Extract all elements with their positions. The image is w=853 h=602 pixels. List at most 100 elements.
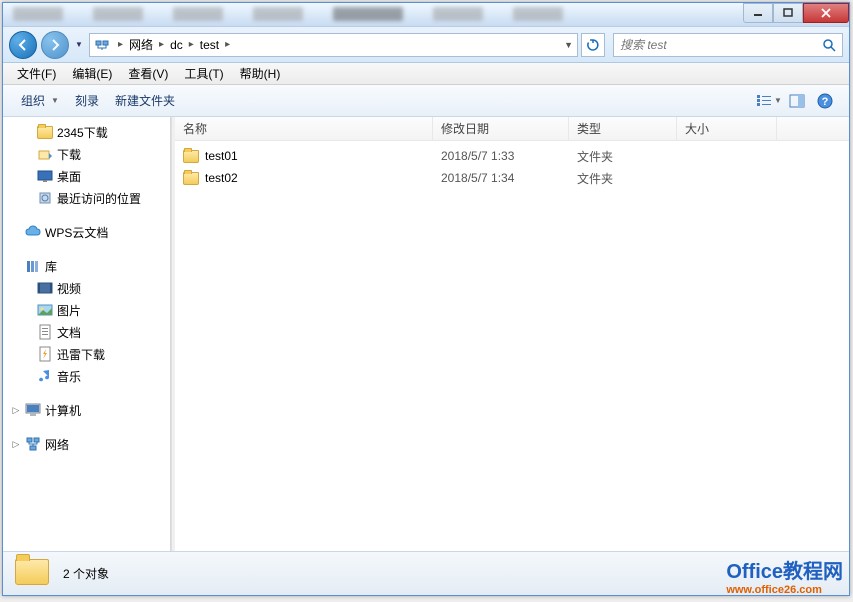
menu-edit[interactable]: 编辑(E): [64, 63, 120, 84]
maximize-icon: [783, 8, 793, 18]
breadcrumb-dc[interactable]: dc: [168, 38, 185, 52]
close-button[interactable]: [803, 3, 849, 23]
maximize-button[interactable]: [773, 3, 803, 23]
navigation-pane: 2345下载 下载 桌面 最近访问的位置 WPS云文档: [3, 117, 171, 551]
folder-icon: [183, 150, 199, 163]
breadcrumb-test[interactable]: test: [198, 38, 221, 52]
sidebar-item-libraries[interactable]: 库: [3, 255, 170, 277]
main-area: 2345下载 下载 桌面 最近访问的位置 WPS云文档: [3, 117, 849, 551]
recent-icon: [37, 190, 53, 206]
view-list-icon: [756, 94, 772, 108]
file-list[interactable]: test01 2018/5/7 1:33 文件夹 test02 2018/5/7…: [175, 141, 849, 551]
statusbar: 2 个对象: [3, 551, 849, 595]
newfolder-button[interactable]: 新建文件夹: [107, 92, 183, 109]
computer-icon: [25, 402, 41, 418]
search-input[interactable]: [620, 38, 822, 52]
refresh-icon: [586, 38, 600, 52]
sidebar-item-desktop[interactable]: 桌面: [3, 165, 170, 187]
burn-button[interactable]: 刻录: [67, 92, 107, 109]
forward-button[interactable]: [41, 31, 69, 59]
file-type: 文件夹: [569, 148, 677, 165]
sidebar-item-music[interactable]: 音乐: [3, 365, 170, 387]
menu-file[interactable]: 文件(F): [9, 63, 64, 84]
menu-view[interactable]: 查看(V): [120, 63, 176, 84]
column-size[interactable]: 大小: [677, 117, 777, 140]
sidebar-item-thunder-downloads[interactable]: 迅雷下载: [3, 343, 170, 365]
dropdown-arrow-icon: ▼: [774, 96, 782, 105]
organize-button[interactable]: 组织 ▼: [13, 92, 67, 109]
sidebar-item-label: 桌面: [57, 168, 81, 185]
video-icon: [37, 280, 53, 296]
sidebar-item-label: 音乐: [57, 368, 81, 385]
file-type: 文件夹: [569, 170, 677, 187]
search-icon[interactable]: [822, 38, 836, 52]
library-icon: [25, 258, 41, 274]
sidebar-item-label: 迅雷下载: [57, 346, 105, 363]
sidebar-item-label: 网络: [45, 436, 69, 453]
breadcrumb-network[interactable]: 网络: [127, 36, 155, 53]
refresh-button[interactable]: [581, 33, 605, 57]
sidebar-item-label: 视频: [57, 280, 81, 297]
sidebar-item-pictures[interactable]: 图片: [3, 299, 170, 321]
back-button[interactable]: [9, 31, 37, 59]
desktop-icon: [37, 168, 53, 184]
help-icon: ?: [817, 93, 833, 109]
preview-pane-button[interactable]: [783, 89, 811, 113]
address-path[interactable]: ▸ 网络 ▸ dc ▸ test ▸ ▼: [89, 33, 578, 57]
addressbar: ▼ ▸ 网络 ▸ dc ▸ test ▸ ▼: [3, 27, 849, 63]
close-icon: [821, 8, 831, 18]
sidebar-item-downloads[interactable]: 下载: [3, 143, 170, 165]
window-controls: [743, 3, 849, 23]
music-icon: [37, 368, 53, 384]
minimize-icon: [753, 8, 763, 18]
sidebar-item-label: WPS云文档: [45, 224, 108, 241]
minimize-button[interactable]: [743, 3, 773, 23]
sidebar-item-2345-downloads[interactable]: 2345下载: [3, 121, 170, 143]
watermark-title: Office教程网: [726, 561, 843, 583]
sidebar-item-videos[interactable]: 视频: [3, 277, 170, 299]
sidebar-item-computer[interactable]: ▷ 计算机: [3, 399, 170, 421]
content-pane: 名称 修改日期 类型 大小 test01 2018/5/7 1:33 文件夹: [175, 117, 849, 551]
cloud-icon: [25, 224, 41, 240]
path-arrow-icon[interactable]: ▸: [114, 39, 127, 50]
path-arrow-icon[interactable]: ▸: [221, 39, 234, 50]
downloads-icon: [37, 146, 53, 162]
column-date[interactable]: 修改日期: [433, 117, 569, 140]
menu-tools[interactable]: 工具(T): [176, 63, 231, 84]
folder-icon: [183, 172, 199, 185]
status-folder-icon: [15, 559, 51, 589]
path-dropdown-icon[interactable]: ▼: [564, 40, 573, 50]
folder-icon: [37, 126, 53, 139]
column-type[interactable]: 类型: [569, 117, 677, 140]
sidebar-item-network[interactable]: ▷ 网络: [3, 433, 170, 455]
sidebar-item-recent[interactable]: 最近访问的位置: [3, 187, 170, 209]
list-item[interactable]: test02 2018/5/7 1:34 文件夹: [175, 167, 849, 189]
pictures-icon: [37, 302, 53, 318]
thunder-icon: [37, 346, 53, 362]
sidebar-item-documents[interactable]: 文档: [3, 321, 170, 343]
organize-label: 组织: [21, 92, 45, 109]
help-button[interactable]: ?: [811, 89, 839, 113]
view-options-button[interactable]: ▼: [755, 89, 783, 113]
menubar: 文件(F) 编辑(E) 查看(V) 工具(T) 帮助(H): [3, 63, 849, 85]
file-date: 2018/5/7 1:33: [433, 149, 569, 163]
titlebar: [3, 3, 849, 27]
arrow-left-icon: [17, 39, 29, 51]
preview-pane-icon: [789, 94, 805, 108]
path-arrow-icon[interactable]: ▸: [155, 39, 168, 50]
sidebar-item-label: 最近访问的位置: [57, 190, 141, 207]
list-item[interactable]: test01 2018/5/7 1:33 文件夹: [175, 145, 849, 167]
path-arrow-icon[interactable]: ▸: [185, 39, 198, 50]
sidebar-item-wps-cloud[interactable]: WPS云文档: [3, 221, 170, 243]
arrow-right-icon: [49, 39, 61, 51]
column-name[interactable]: 名称: [175, 117, 433, 140]
search-box[interactable]: [613, 33, 843, 57]
watermark-url: www.office26.com: [726, 584, 843, 596]
network-icon: [25, 436, 41, 452]
menu-help[interactable]: 帮助(H): [232, 63, 289, 84]
sidebar-item-label: 库: [45, 258, 57, 275]
sidebar-item-label: 2345下载: [57, 124, 108, 141]
history-dropdown[interactable]: ▼: [73, 35, 85, 55]
explorer-window: ▼ ▸ 网络 ▸ dc ▸ test ▸ ▼ 文件(F) 编辑(E) 查看(V: [2, 2, 850, 596]
file-name: test02: [205, 171, 238, 185]
